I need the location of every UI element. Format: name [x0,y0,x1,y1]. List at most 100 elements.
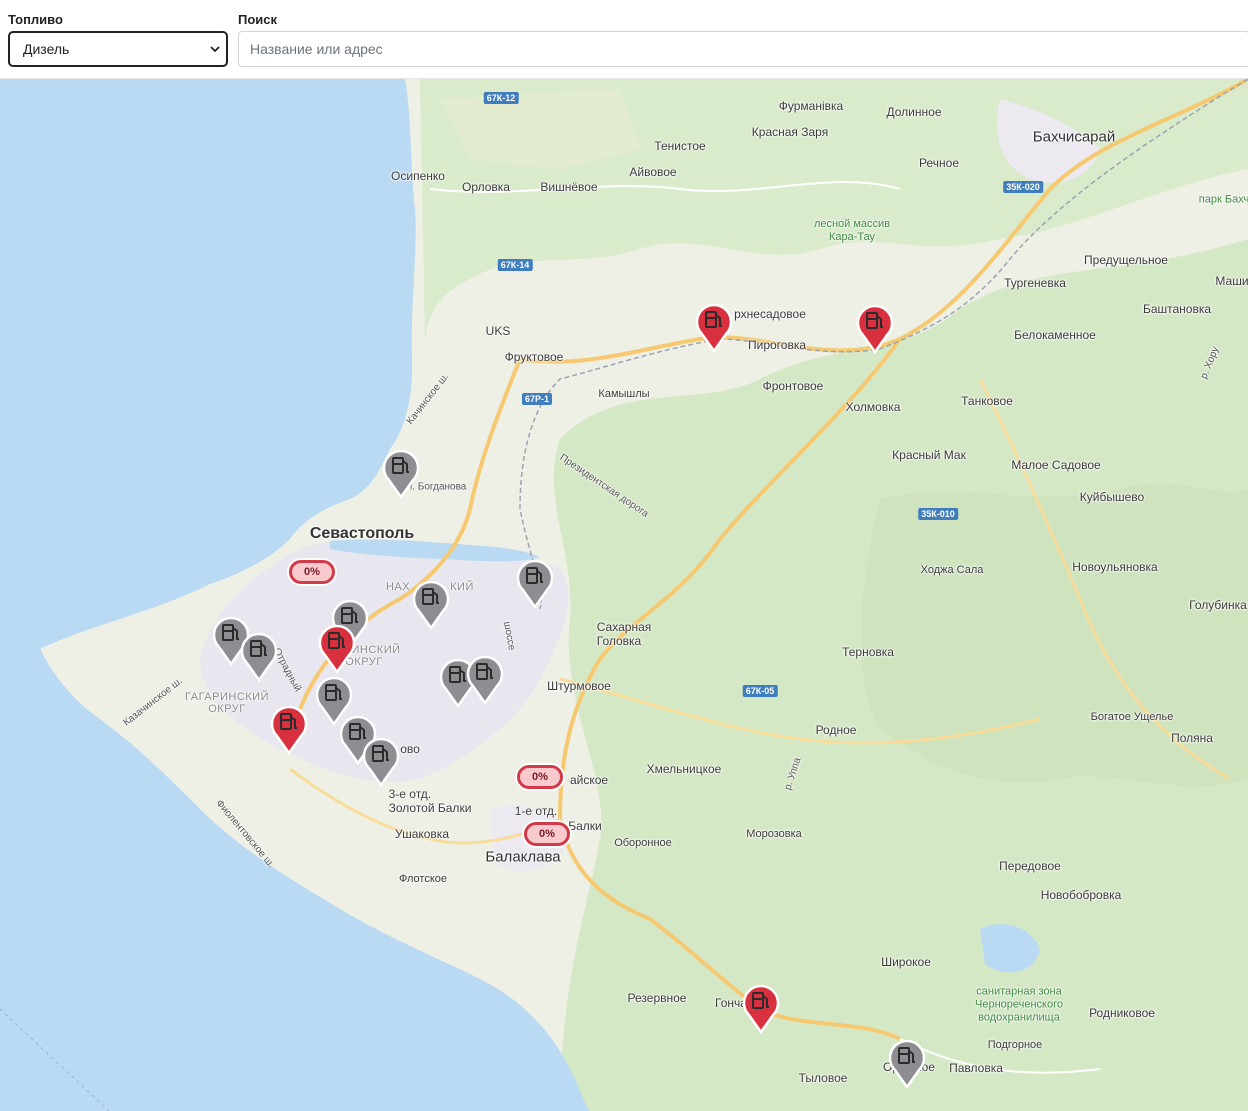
fuel-station-pin-active[interactable] [317,622,357,675]
road-number-shield: 67К-12 [483,92,519,104]
place-label: Красная Заря [751,125,829,139]
road-number-shield: 35К-020 [1003,181,1043,193]
place-label: Родниковое [1089,1006,1155,1020]
place-label: Резервное [627,991,687,1005]
chevron-down-icon [210,46,220,53]
place-label: санитарная зона Чернореченского водохран… [975,985,1063,1024]
place-label: Тыловое [798,1071,848,1085]
place-label: Балаклава [485,848,561,866]
road-number-shield: 67Р-1 [521,393,553,405]
fuel-station-pin-inactive[interactable] [239,630,279,683]
fuel-station-pin-inactive[interactable] [887,1037,927,1090]
place-label: Предущельное [1084,253,1168,267]
place-label: Осипенко [391,169,445,183]
place-label: Орловка [462,180,510,194]
map-pin-icon [516,559,554,610]
fuel-station-pin-active[interactable] [269,703,309,756]
place-label: Штурмовое [547,679,611,693]
place-label: Подгорное [987,1039,1043,1051]
place-label: Новобобровка [1040,888,1122,902]
place-label: Ходжа Сала [920,564,984,576]
place-label: Новоульяновка [1072,560,1158,574]
place-label: Красный Мак [892,448,966,462]
map-canvas[interactable] [0,79,1248,1111]
place-label: Айвовое [629,165,677,179]
road-number-shield: 67К-05 [742,685,778,697]
map-pin-icon [742,984,780,1035]
place-label: Куйбышево [1079,490,1145,504]
map-pin-icon [318,624,356,675]
place-label: Баштановка [1142,302,1212,316]
place-label: Бахчисарай [1032,128,1116,146]
place-label: Поляна [1171,731,1213,745]
search-input[interactable] [238,31,1248,67]
place-label: Фронтовое [762,379,824,393]
place-label: UKS [485,324,511,338]
map-view[interactable]: Фурманівка Долинное Бахчисарай Красная Заря… [0,78,1248,1111]
place-label: Холмовка [845,400,901,414]
place-label: Малое Садовое [1011,458,1101,472]
place-label: Передовое [999,859,1061,873]
place-label: Хмельницкое [646,762,722,776]
fuel-station-pin-inactive[interactable] [411,578,451,631]
fuel-select-value: Дизель [23,41,70,57]
map-pin-icon [362,737,400,788]
place-label: рхнесадовое [734,307,806,321]
fuel-label: Топливо [8,12,63,27]
place-label: Морозовка [746,828,802,840]
place-label: 3-е отд. Золотой Балки [388,787,472,815]
fuel-station-pin-inactive[interactable] [515,557,555,610]
place-label: Павловка [949,1061,1003,1075]
place-label: КИЙ [450,581,474,593]
place-label: Голубинка [1189,598,1247,612]
map-pin-icon [856,304,894,355]
place-label: Белокаменное [1014,328,1096,342]
fuel-station-pin-inactive[interactable] [361,735,401,788]
map-pin-icon [695,303,733,354]
place-label: Терновка [842,645,894,659]
place-label: Тенистое [654,139,706,153]
fuel-station-pin-active[interactable] [741,982,781,1035]
map-pin-icon [382,449,420,500]
fuel-station-pin-active[interactable] [855,302,895,355]
fuel-station-pin-active[interactable] [694,301,734,354]
place-label: Широкое [881,955,931,969]
place-label: Фурманівка [778,99,844,113]
place-label: Балки [568,819,602,833]
place-label: Севастополь [309,525,415,542]
discount-badge[interactable]: 0% [524,822,570,846]
place-label: Камышлы [598,388,650,400]
place-label: Тургеневка [1004,276,1066,290]
place-label: Фруктовое [504,350,564,364]
map-pin-icon [888,1039,926,1090]
map-pin-icon [412,580,450,631]
place-label: ово [400,742,420,756]
road-number-shield: 67К-14 [497,259,533,271]
road-number-shield: 35К-010 [918,508,958,520]
place-label: Долинное [886,105,942,119]
place-label: Пироговка [747,338,807,352]
map-pin-icon [466,655,504,706]
place-label: Ушаковка [394,827,450,841]
place-label: парк Бахч [1198,193,1248,206]
map-pin-icon [270,705,308,756]
place-label: лесной массив Кара-Тау [813,218,891,243]
place-label: Оборонное [614,837,672,849]
place-label: Флотское [398,873,448,885]
place-label: НАХ [385,581,411,593]
place-label: 1-е отд. [514,804,558,818]
discount-badge[interactable]: 0% [517,765,563,789]
place-label: Речное [919,156,959,170]
place-label: Вишнёвое [540,180,598,194]
map-pin-icon [240,632,278,683]
search-label: Поиск [238,12,278,27]
fuel-station-pin-inactive[interactable] [381,447,421,500]
fuel-station-pin-inactive[interactable] [465,653,505,706]
place-label: айское [569,773,609,787]
place-label: Маши [1215,274,1248,288]
place-label: Родное [815,723,857,737]
fuel-select[interactable]: Дизель [8,31,228,67]
place-label: ГАГАРИНСКИЙ ОКРУГ [185,691,269,715]
discount-badge[interactable]: 0% [289,560,335,584]
place-label: Сахарная Головка [596,620,652,648]
